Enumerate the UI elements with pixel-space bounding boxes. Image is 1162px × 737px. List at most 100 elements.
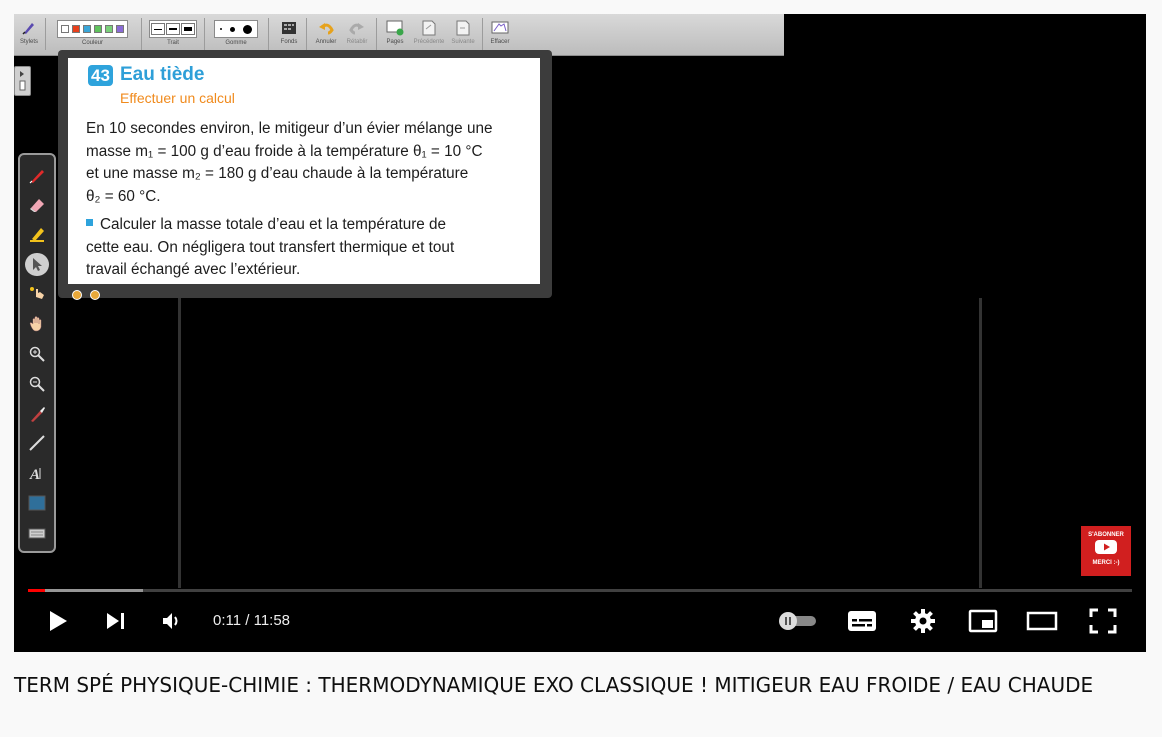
- background-line: [178, 298, 181, 588]
- annuler-label: Annuler: [315, 39, 337, 45]
- gomme-tool[interactable]: Gomme: [209, 16, 263, 54]
- precedente-label: Précédente: [413, 39, 445, 45]
- progress-bar[interactable]: [28, 589, 1132, 592]
- document-handle-icon[interactable]: [90, 290, 100, 300]
- side-toolbox: A: [18, 153, 56, 553]
- redo-icon: [348, 19, 366, 37]
- trait-tool[interactable]: Trait: [147, 16, 199, 54]
- fonds-button[interactable]: Fonds: [276, 16, 302, 54]
- bullet-icon: [86, 219, 93, 226]
- exercise-subtitle: Effectuer un calcul: [120, 90, 235, 106]
- collapse-panel-button[interactable]: [14, 66, 31, 96]
- exercise-question: Calculer la masse totale d’eau et la tem…: [86, 214, 454, 282]
- toolbar-divider: [482, 18, 483, 50]
- precedente-button[interactable]: Précédente: [411, 16, 447, 54]
- progress-played: [28, 589, 45, 592]
- line-icon[interactable]: [25, 432, 49, 456]
- eraser-size-picker[interactable]: [214, 20, 258, 38]
- subscribe-watermark[interactable]: S'ABONNER MERCI :-): [1081, 526, 1131, 576]
- gomme-label: Gomme: [225, 40, 247, 46]
- svg-text:A: A: [29, 467, 40, 482]
- pointer-icon[interactable]: [25, 252, 49, 277]
- highlighter-icon[interactable]: [25, 223, 49, 247]
- undo-icon: [317, 19, 335, 37]
- document-handle-icon[interactable]: [72, 290, 82, 300]
- background-icon: [280, 19, 298, 37]
- video-player[interactable]: Stylets Couleur Trait Gomme Fonds Annule…: [14, 14, 1146, 652]
- progress-loaded: [28, 589, 143, 592]
- suivante-button[interactable]: Suivante: [448, 16, 478, 54]
- retablir-label: Rétablir: [346, 39, 368, 45]
- toolbar-divider: [268, 18, 269, 50]
- brush-icon[interactable]: [25, 402, 49, 426]
- play-button[interactable]: [44, 605, 72, 637]
- annuler-button[interactable]: Annuler: [312, 16, 340, 54]
- eraser-large[interactable]: [243, 24, 252, 34]
- pen-icon[interactable]: [25, 163, 49, 187]
- miniplayer-icon: [968, 609, 998, 633]
- exercise-number: 43: [88, 65, 113, 86]
- pen-cup-icon: [20, 19, 38, 37]
- hand-icon[interactable]: [25, 312, 49, 336]
- trait-label: Trait: [167, 40, 179, 46]
- autoplay-toggle[interactable]: [775, 605, 819, 637]
- fonds-label: Fonds: [280, 39, 298, 45]
- zoom-out-icon[interactable]: [25, 372, 49, 396]
- color-swatch-white[interactable]: [61, 25, 69, 33]
- youtube-logo-icon: [1095, 540, 1117, 554]
- line-thick[interactable]: [181, 23, 195, 35]
- suivante-label: Suivante: [451, 39, 475, 45]
- subtitles-icon: [848, 611, 876, 631]
- toolbar-divider: [45, 18, 46, 50]
- toolbar-divider: [306, 18, 307, 50]
- question-line: Calculer la masse totale d’eau et la tem…: [100, 216, 447, 233]
- next-button[interactable]: [103, 605, 129, 637]
- color-swatch-red[interactable]: [72, 25, 80, 33]
- color-swatch-purple[interactable]: [116, 25, 124, 33]
- color-swatch-lightgreen[interactable]: [105, 25, 113, 33]
- eraser-icon[interactable]: [25, 193, 49, 217]
- couleur-tool[interactable]: Couleur: [49, 16, 136, 54]
- fullscreen-button[interactable]: [1086, 605, 1120, 637]
- exercise-paragraph: En 10 secondes environ, le mitigeur d’un…: [86, 118, 492, 208]
- toolbar-divider: [376, 18, 377, 50]
- video-title: TERM SPÉ PHYSIQUE-CHIMIE : THERMODYNAMIQ…: [14, 673, 1094, 697]
- color-swatch-green[interactable]: [94, 25, 102, 33]
- color-palette[interactable]: [57, 20, 128, 38]
- keyboard-icon[interactable]: [25, 521, 49, 545]
- clear-board-icon: [491, 19, 509, 37]
- subtitles-button[interactable]: [846, 605, 878, 637]
- zoom-in-icon[interactable]: [25, 342, 49, 366]
- play-icon: [50, 611, 67, 631]
- miniplayer-button[interactable]: [966, 605, 1000, 637]
- line-width-picker[interactable]: [149, 20, 197, 38]
- line-thin[interactable]: [151, 23, 165, 35]
- document-window[interactable]: 43 Eau tiède Effectuer un calcul En 10 s…: [58, 50, 552, 300]
- stylets-tool[interactable]: Stylets: [16, 16, 42, 54]
- subscribe-label: S'ABONNER: [1088, 532, 1124, 538]
- background-line: [979, 298, 982, 588]
- color-swatch-blue[interactable]: [83, 25, 91, 33]
- pages-button[interactable]: Pages: [382, 16, 408, 54]
- thanks-label: MERCI :-): [1092, 560, 1120, 566]
- stylets-label: Stylets: [19, 39, 38, 45]
- question-line: travail échangé avec l’extérieur.: [86, 261, 301, 278]
- paragraph-line: θ₂ = 60 °C.: [86, 187, 161, 205]
- line-medium[interactable]: [166, 23, 180, 35]
- fullscreen-icon: [1089, 608, 1117, 634]
- couleur-label: Couleur: [81, 40, 103, 46]
- laser-hand-icon[interactable]: [25, 282, 49, 306]
- volume-icon: [163, 613, 178, 629]
- eraser-small[interactable]: [220, 28, 222, 30]
- volume-button[interactable]: [159, 605, 185, 637]
- settings-button[interactable]: [907, 605, 939, 637]
- retablir-button[interactable]: Rétablir: [342, 16, 372, 54]
- screen-capture-icon[interactable]: [25, 491, 49, 515]
- next-icon: [107, 613, 124, 629]
- paragraph-line: et une masse m₂ = 180 g d’eau chaude à l…: [86, 165, 469, 182]
- theater-mode-button[interactable]: [1024, 605, 1060, 637]
- eraser-medium[interactable]: [230, 26, 235, 32]
- effacer-button[interactable]: Effacer: [486, 16, 514, 54]
- text-icon[interactable]: A: [25, 461, 49, 485]
- paragraph-line: masse m₁ = 100 g d’eau froide à la tempé…: [86, 142, 483, 160]
